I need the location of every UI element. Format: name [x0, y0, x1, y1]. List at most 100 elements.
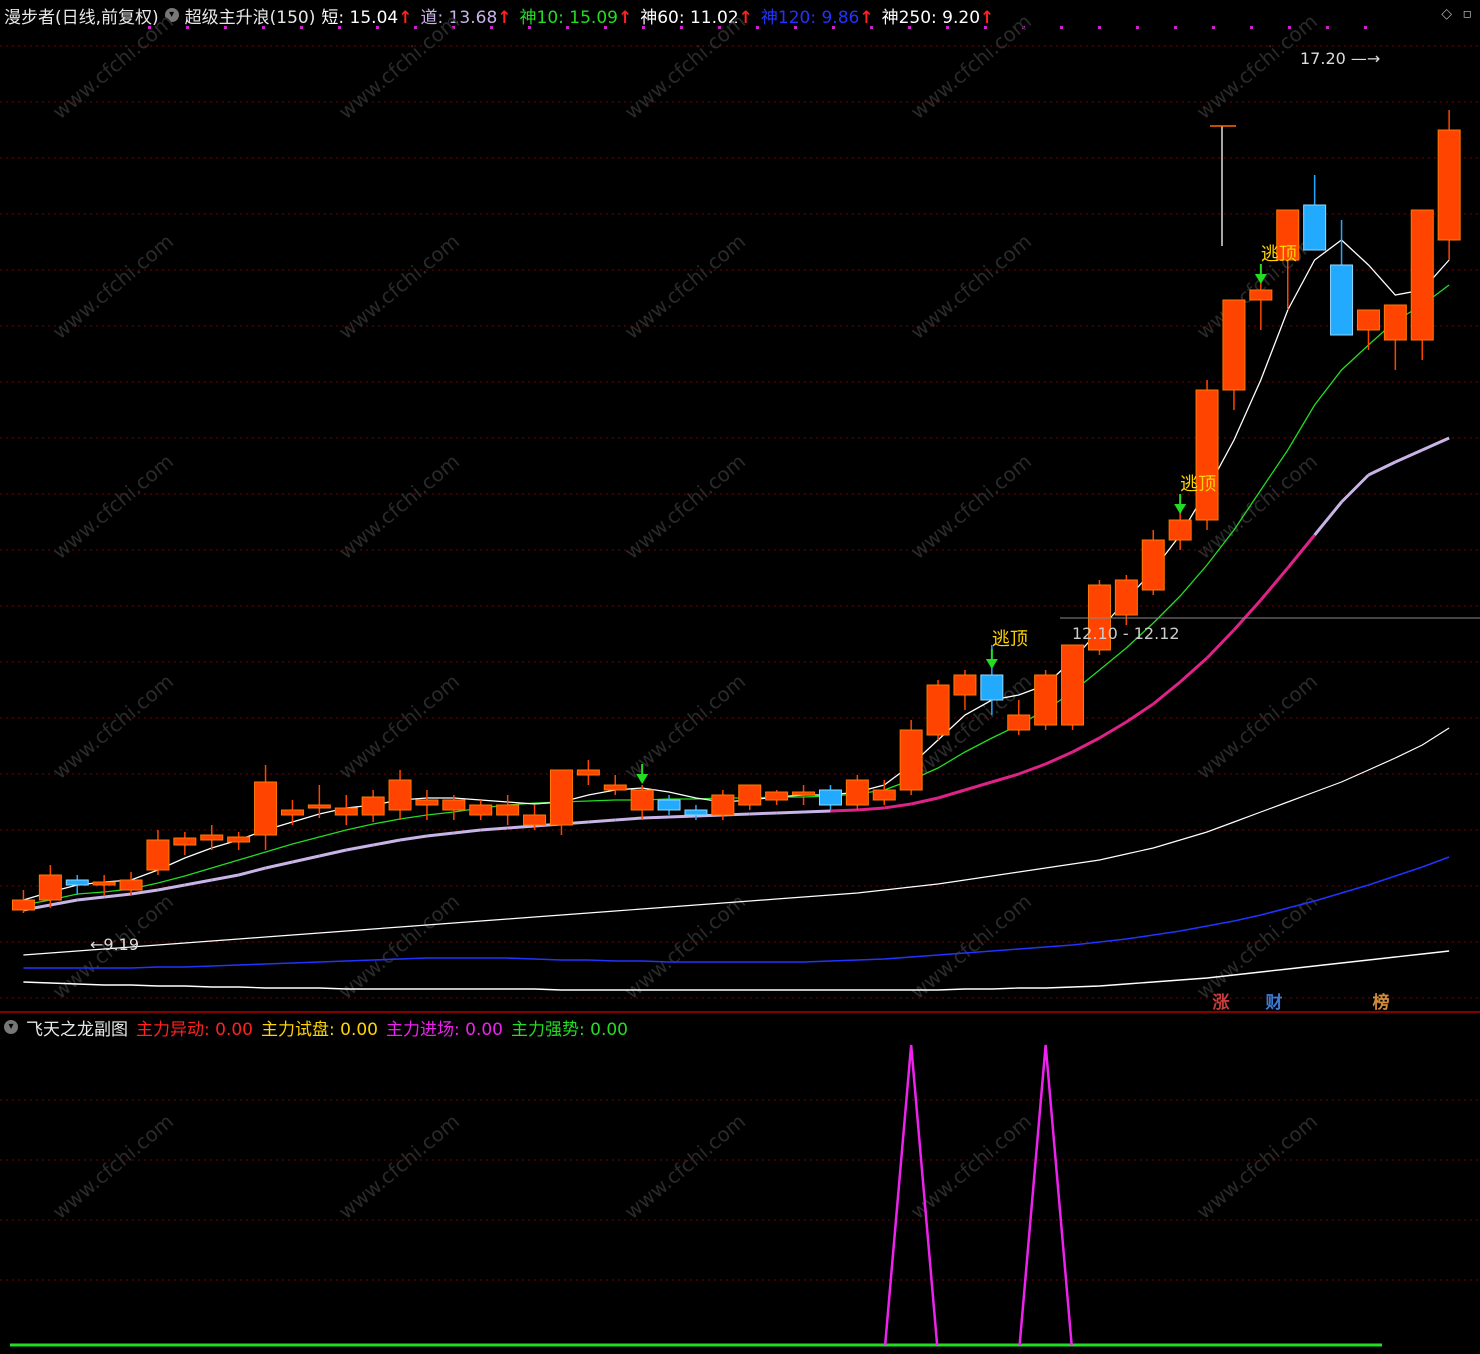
- watermark-text: www.cfchi.com: [334, 1109, 464, 1224]
- dao-line-segment: [642, 815, 670, 820]
- signal-label: 逃顶: [1180, 474, 1216, 495]
- watermark-text: www.cfchi.com: [334, 889, 464, 1004]
- dao-line-segment: [399, 834, 428, 842]
- candle-body: [1437, 129, 1461, 241]
- top-tick: [1326, 26, 1329, 29]
- dao-line-segment: [77, 895, 105, 902]
- watermark-text: www.cfchi.com: [334, 449, 464, 564]
- top-tick: [680, 26, 683, 29]
- price-annotations: 17.20 —→ ←9.19 12.10 - 12.12 涨 财 榜: [90, 49, 1480, 1013]
- signal-label: 逃顶: [1261, 244, 1297, 265]
- dao-line-segment: [130, 888, 159, 896]
- candle-body: [92, 881, 116, 886]
- dao-line-segment: [1152, 680, 1182, 706]
- candle-body: [657, 799, 681, 811]
- dao-line-segment: [372, 838, 401, 847]
- candle-body: [1222, 299, 1246, 391]
- watermark-text: www.cfchi.com: [906, 889, 1036, 1004]
- top-tick: [1364, 26, 1367, 29]
- dao-line-segment: [1205, 628, 1236, 660]
- watermark-text: www.cfchi.com: [334, 669, 464, 784]
- candle-body: [1195, 389, 1219, 521]
- watermark-text: www.cfchi.com: [620, 229, 750, 344]
- candle-body: [603, 784, 627, 791]
- dao-line-segment: [480, 826, 508, 832]
- watermark-text: www.cfchi.com: [620, 449, 750, 564]
- watermark-text: www.cfchi.com: [906, 229, 1036, 344]
- watermark-text: www.cfchi.com: [1192, 229, 1322, 344]
- candle-body: [845, 779, 869, 806]
- dao-line-segment: [1232, 598, 1262, 632]
- dao-line-segment: [319, 848, 347, 858]
- candle-body: [11, 899, 35, 911]
- candle-body: [200, 834, 224, 841]
- chart-canvas[interactable]: www.cfchi.com www.cfchi.com www.cfchi.com w…: [0, 0, 1480, 1354]
- dao-line-segment: [1286, 534, 1316, 569]
- dao-line-segment: [668, 814, 697, 819]
- top-tick: [1250, 26, 1253, 29]
- dao-line-segment: [103, 892, 132, 899]
- dao-line-segment: [910, 796, 939, 806]
- candle-body: [280, 809, 304, 816]
- down-arrow-icon: [985, 659, 998, 669]
- watermark-text: www.cfchi.com: [906, 449, 1036, 564]
- top-tick: [642, 26, 645, 29]
- watermark-text: www.cfchi.com: [906, 9, 1036, 124]
- candle-body: [926, 684, 950, 736]
- candle-body: [684, 809, 708, 816]
- top-tick: [604, 26, 607, 29]
- watermark-text: www.cfchi.com: [620, 9, 750, 124]
- candle-body: [388, 779, 412, 811]
- top-tick: [414, 26, 417, 29]
- dao-line-segment: [211, 873, 239, 882]
- top-tick: [338, 26, 341, 29]
- candle-body: [576, 769, 600, 776]
- candle-body: [792, 791, 816, 796]
- grid-lines: [0, 26, 1480, 1281]
- top-tick: [262, 26, 265, 29]
- dao-line-segment: [1421, 436, 1450, 452]
- candle-body: [469, 804, 493, 816]
- candle-body: [227, 836, 251, 843]
- dao-line-segment: [426, 831, 455, 838]
- dao-line-segment: [1018, 762, 1047, 776]
- watermark-text: www.cfchi.com: [48, 449, 178, 564]
- watermark-text: www.cfchi.com: [334, 9, 464, 124]
- dao-line-segment: [345, 843, 374, 852]
- top-tick: [1060, 26, 1063, 29]
- candle-body: [1410, 209, 1434, 341]
- dao-line-segment: [803, 809, 831, 814]
- candle-body: [254, 781, 278, 836]
- watermark-text: www.cfchi.com: [48, 1109, 178, 1224]
- low-price-label: ←9.19: [90, 935, 139, 954]
- watermark-text: www.cfchi.com: [1192, 1109, 1322, 1224]
- candle-body: [146, 839, 170, 871]
- candle-body: [980, 674, 1004, 701]
- candle-body: [1114, 579, 1138, 616]
- candle-body: [415, 799, 439, 806]
- dao-line-segment: [1340, 473, 1370, 504]
- candle-body: [496, 804, 520, 816]
- top-tick: [832, 26, 835, 29]
- candle-body: [1303, 204, 1327, 251]
- top-tick: [1174, 26, 1177, 29]
- candle-body: [119, 879, 143, 891]
- candle-body: [738, 784, 762, 806]
- dao-line-segment: [1367, 460, 1397, 477]
- top-tick: [1098, 26, 1101, 29]
- top-tick: [908, 26, 911, 29]
- sub-peak: [1018, 1044, 1073, 1346]
- candle-body: [1249, 289, 1273, 301]
- watermark-text: www.cfchi.com: [1192, 889, 1322, 1004]
- candle-body: [549, 769, 573, 826]
- candle-body: [38, 874, 62, 901]
- dao-line-segment: [292, 854, 320, 864]
- badge-1: 财: [1265, 992, 1283, 1013]
- watermark-layer: www.cfchi.com www.cfchi.com www.cfchi.com w…: [48, 9, 1480, 1224]
- candle-body: [1061, 644, 1085, 726]
- top-tick: [946, 26, 949, 29]
- candle-body: [361, 796, 385, 816]
- candle-body: [1383, 304, 1407, 341]
- candle-body: [1007, 714, 1031, 731]
- candle-body: [1034, 674, 1058, 726]
